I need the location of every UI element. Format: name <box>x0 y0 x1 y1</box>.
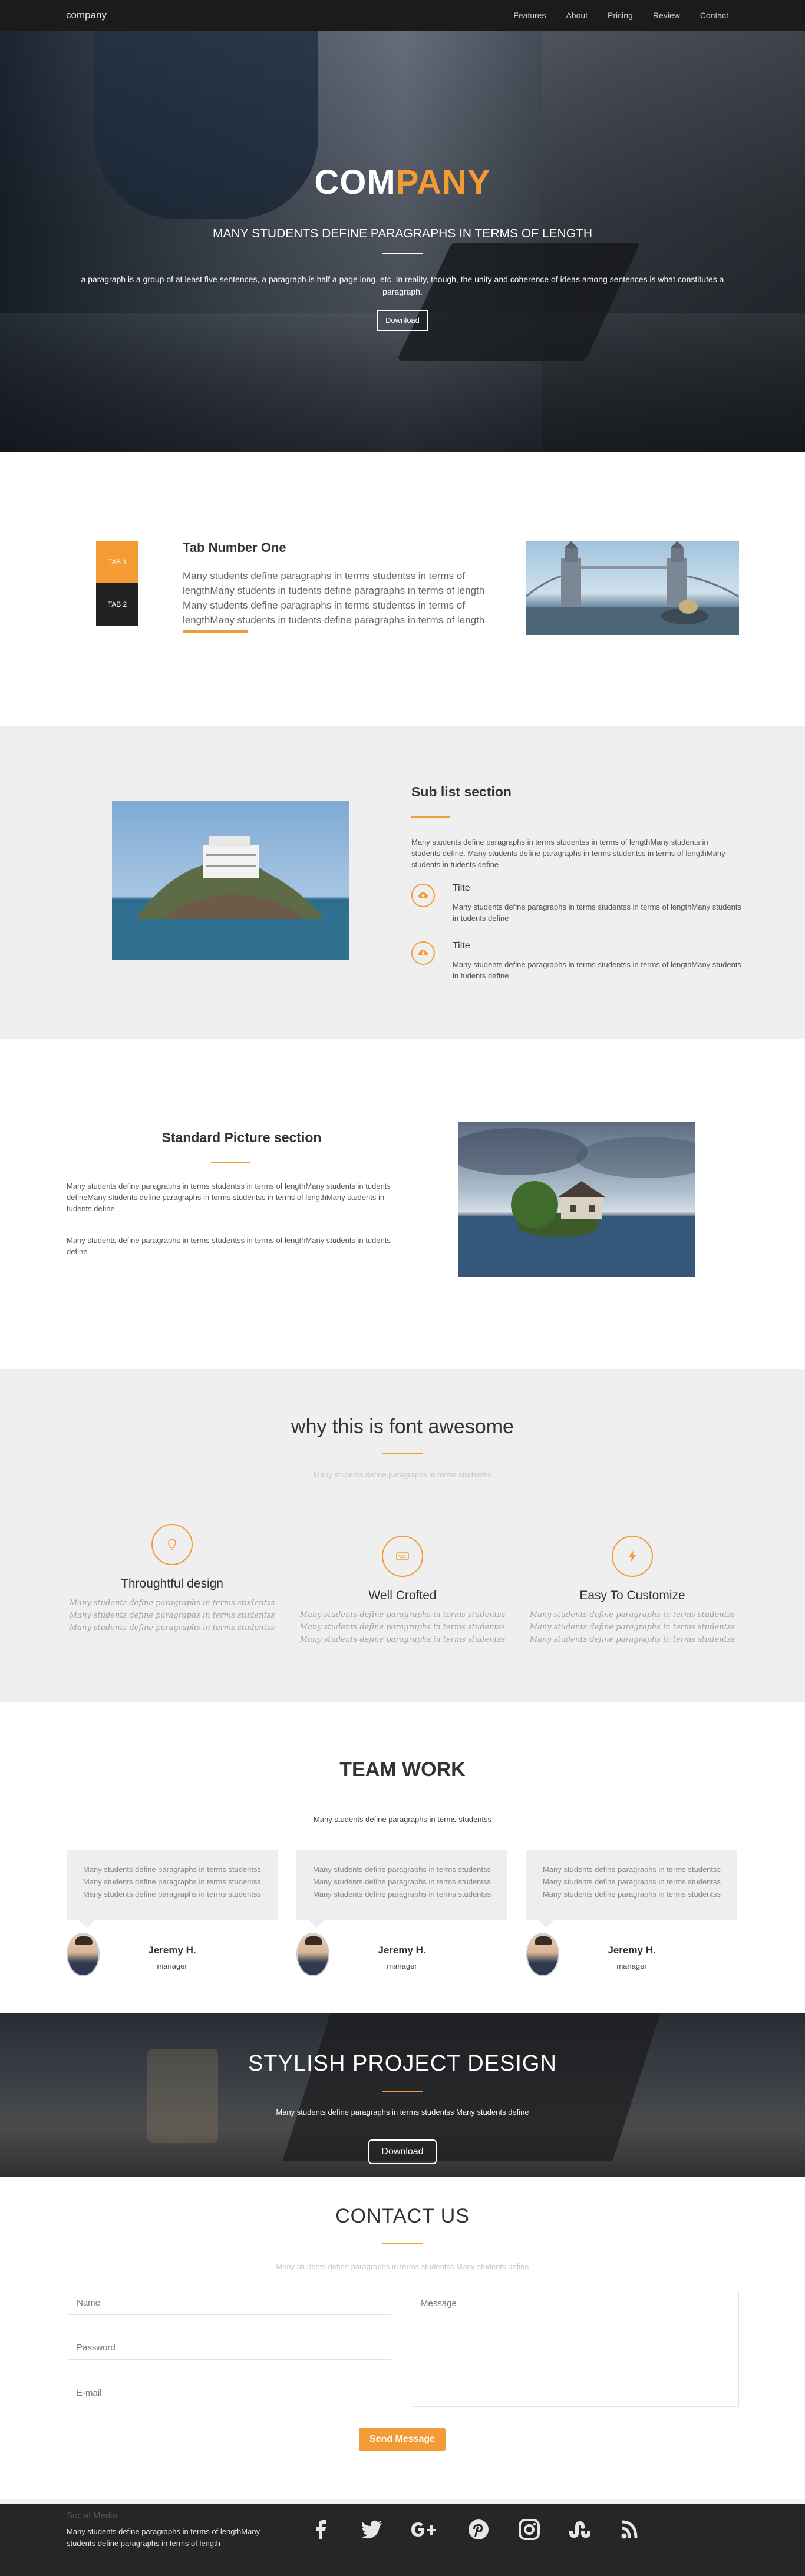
member-role: manager <box>157 1962 187 1970</box>
team-member-card: Many students define paragraphs in terms… <box>67 1850 278 1980</box>
tab-underline <box>183 630 248 633</box>
send-message-button[interactable]: Send Message <box>359 2428 446 2451</box>
hero-download-button[interactable]: Download <box>377 310 428 331</box>
tab-title: Tab Number One <box>183 540 286 555</box>
contact-title: CONTACT US <box>335 2205 470 2227</box>
rss-icon[interactable] <box>616 2515 645 2544</box>
features-title: why this is font awesome <box>291 1416 514 1438</box>
tab-1[interactable]: TAB 1 <box>96 541 138 583</box>
member-role: manager <box>616 1962 647 1970</box>
footer-text: Many students define paragraphs in terms… <box>67 2527 260 2548</box>
features-subtitle: Many students define paragraphs in terms… <box>313 1470 492 1479</box>
password-field[interactable] <box>68 2336 391 2360</box>
hero-banner <box>0 31 805 452</box>
footer-title: Social Media <box>67 2511 117 2521</box>
project-subtitle: Many students define paragraphs in terms… <box>276 2108 529 2117</box>
feature-title: Well Crofted <box>368 1589 437 1602</box>
sublist-item-title: Tilte <box>453 941 470 951</box>
feature-col: Throughtful design Many students define … <box>60 1524 284 1654</box>
feature-title: Throughtful design <box>121 1577 223 1590</box>
email-field[interactable] <box>68 2382 391 2405</box>
tab-list: TAB 1 TAB 2 <box>96 541 138 626</box>
testimonial-text: Many students define paragraphs in terms… <box>542 1865 721 1899</box>
testimonial-text: Many students define paragraphs in terms… <box>312 1865 491 1899</box>
sublist-item-text: Many students define paragraphs in terms… <box>453 902 741 922</box>
feature-col: Well Crofted Many students define paragr… <box>291 1536 514 1665</box>
pinterest-icon[interactable] <box>464 2515 493 2544</box>
member-name: Jeremy H. <box>378 1945 426 1956</box>
hero-title: COMPANY <box>0 163 805 202</box>
lake-house-image <box>458 1122 695 1277</box>
hero-subtitle: MANY STUDENTS DEFINE PARAGRAPHS IN TERMS… <box>212 227 593 240</box>
nav-links: Features About Pricing Review Contact <box>513 11 728 20</box>
member-name: Jeremy H. <box>148 1945 196 1956</box>
nav-link-contact[interactable]: Contact <box>700 11 728 20</box>
member-name: Jeremy H. <box>608 1945 656 1956</box>
testimonial-box: Many students define paragraphs in terms… <box>67 1850 278 1928</box>
team-subtitle: Many students define paragraphs in terms… <box>313 1815 492 1824</box>
nav-link-about[interactable]: About <box>566 11 588 20</box>
testimonial-box: Many students define paragraphs in terms… <box>296 1850 507 1928</box>
hero-text: a paragraph is a group of at least five … <box>81 275 724 296</box>
tower-bridge-image <box>526 541 739 635</box>
cloud-icon <box>411 884 435 907</box>
keyboard-icon <box>382 1536 423 1577</box>
standard-text-1: Many students define paragraphs in terms… <box>67 1182 391 1213</box>
project-divider <box>382 2091 423 2092</box>
brand-logo[interactable]: company <box>66 9 107 21</box>
message-field[interactable] <box>413 2291 739 2407</box>
social-links <box>306 2515 638 2544</box>
tab-text: Many students define paragraphs in terms… <box>183 570 485 626</box>
island-house-image <box>112 801 349 960</box>
instagram-icon[interactable] <box>515 2515 543 2544</box>
hero-divider <box>382 253 423 254</box>
lightbulb-icon <box>151 1524 193 1565</box>
standard-title: Standard Picture section <box>161 1130 322 1145</box>
team-member-card: Many students define paragraphs in terms… <box>526 1850 737 1980</box>
sublist-item-title: Tilte <box>453 883 470 893</box>
project-download-button[interactable]: Download <box>368 2139 437 2164</box>
tab-2[interactable]: TAB 2 <box>96 583 138 626</box>
stumbleupon-icon[interactable] <box>566 2515 594 2544</box>
team-member-card: Many students define paragraphs in terms… <box>296 1850 507 1980</box>
sublist-divider <box>411 816 450 818</box>
feature-col: Easy To Customize Many students define p… <box>520 1536 744 1665</box>
feature-title: Easy To Customize <box>579 1589 685 1602</box>
project-title: STYLISH PROJECT DESIGN <box>248 2051 557 2076</box>
feature-text: Many students define paragraphs in terms… <box>299 1611 506 1644</box>
cloud-icon <box>411 941 435 965</box>
hero-title-white: COM <box>314 163 396 201</box>
sublist-item-text: Many students define paragraphs in terms… <box>453 960 741 980</box>
facebook-icon[interactable] <box>306 2515 335 2544</box>
contact-divider <box>382 2243 423 2244</box>
standard-divider <box>211 1162 250 1163</box>
navbar: company Features About Pricing Review Co… <box>0 0 805 31</box>
google-plus-icon[interactable] <box>408 2515 443 2544</box>
sublist-title: Sub list section <box>411 784 512 799</box>
nav-link-features[interactable]: Features <box>513 11 546 20</box>
feature-text: Many students define paragraphs in terms… <box>69 1599 275 1632</box>
team-title: TEAM WORK <box>339 1758 466 1781</box>
testimonial-box: Many students define paragraphs in terms… <box>526 1850 737 1928</box>
testimonial-text: Many students define paragraphs in terms… <box>83 1865 262 1899</box>
member-role: manager <box>387 1962 417 1970</box>
hero-title-orange: PANY <box>395 163 491 201</box>
standard-text-2: Many students define paragraphs in terms… <box>67 1236 391 1256</box>
contact-subtitle: Many students define paragraphs in terms… <box>276 2262 529 2271</box>
name-field[interactable] <box>68 2291 391 2315</box>
nav-link-pricing[interactable]: Pricing <box>608 11 633 20</box>
sublist-text: Many students define paragraphs in terms… <box>411 838 725 869</box>
features-divider <box>382 1453 423 1454</box>
feature-text: Many students define paragraphs in terms… <box>529 1611 735 1644</box>
twitter-icon[interactable] <box>357 2515 385 2544</box>
nav-link-review[interactable]: Review <box>653 11 680 20</box>
bolt-icon <box>612 1536 653 1577</box>
laptop-image <box>282 2013 661 2161</box>
